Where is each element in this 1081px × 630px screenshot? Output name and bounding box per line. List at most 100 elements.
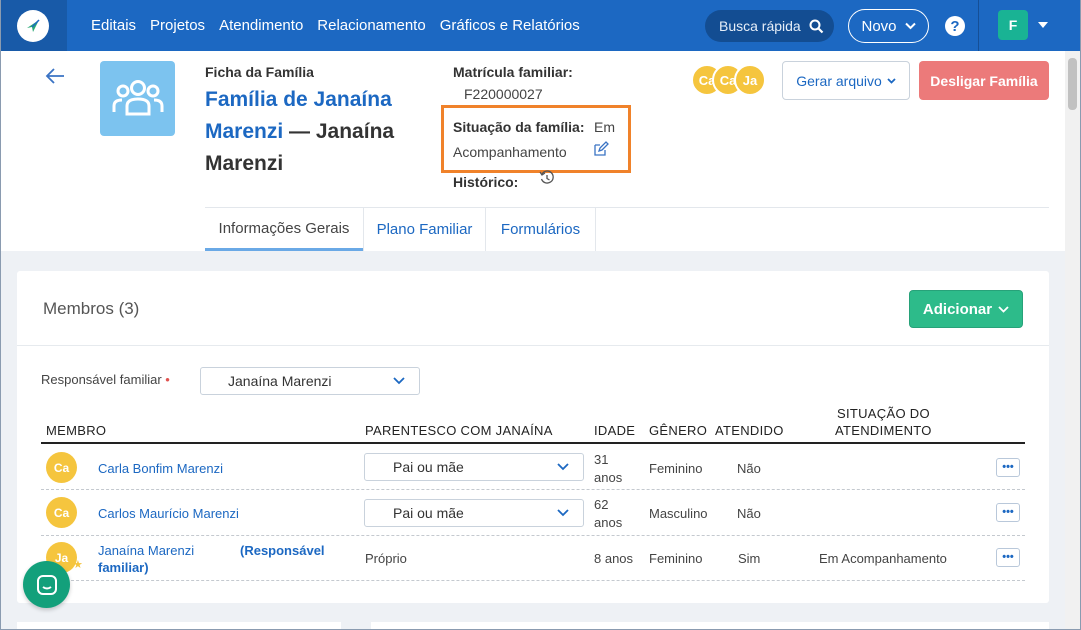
secondary-card	[371, 622, 1049, 629]
member-age-unit: anos	[594, 470, 623, 485]
col-header-idade: IDADE	[594, 423, 636, 438]
member-age: 31	[594, 452, 609, 467]
member-gender: Masculino	[649, 506, 708, 521]
quick-search-input[interactable]: Busca rápida	[705, 10, 834, 42]
gerar-arquivo-button[interactable]: Gerar arquivo	[782, 61, 910, 100]
top-navbar: Editais Projetos Atendimento Relacioname…	[1, 0, 1080, 51]
nav-item-relacionamento[interactable]: Relacionamento	[317, 17, 425, 34]
col-header-situacao-line1: SITUAÇÃO DO	[837, 406, 930, 421]
gerar-arquivo-label: Gerar arquivo	[796, 72, 882, 89]
chat-icon	[36, 574, 57, 595]
vertical-scrollbar[interactable]	[1065, 51, 1080, 629]
search-icon	[809, 19, 824, 34]
tab-plano-familiar[interactable]: Plano Familiar	[363, 208, 486, 251]
table-header-divider	[41, 442, 1025, 444]
situacao-label: Situação da família:	[453, 119, 585, 135]
col-header-genero: GÊNERO	[649, 423, 708, 438]
logo-icon	[17, 10, 49, 42]
member-age: 62	[594, 497, 609, 512]
chevron-down-icon	[998, 305, 1009, 313]
row-divider	[41, 535, 1025, 536]
member-situacao: Em Acompanhamento	[819, 551, 947, 566]
member-age: 8 anos	[594, 551, 634, 566]
historico-label: Histórico:	[453, 174, 519, 190]
responsavel-value: Janaína Marenzi	[228, 373, 332, 389]
secondary-card	[17, 622, 341, 629]
parentesco-select[interactable]: Pai ou mãe	[364, 453, 584, 481]
responsavel-tag-line2: familiar)	[98, 560, 149, 575]
team-avatar[interactable]: Ja	[734, 64, 766, 96]
star-icon: ★	[73, 559, 83, 571]
main-nav: Editais Projetos Atendimento Relacioname…	[91, 0, 580, 51]
user-avatar[interactable]: F	[998, 10, 1028, 40]
required-marker: •	[165, 372, 170, 387]
parentesco-value: Pai ou mãe	[393, 459, 464, 475]
row-actions-button[interactable]: •••	[996, 458, 1020, 477]
member-parentesco: Próprio	[365, 551, 407, 566]
situacao-highlight-box	[441, 105, 631, 173]
history-icon[interactable]	[539, 170, 555, 191]
chevron-down-icon	[393, 377, 405, 385]
back-arrow-icon[interactable]	[45, 64, 65, 90]
chevron-down-icon	[557, 509, 569, 517]
user-menu-caret-icon[interactable]	[1038, 22, 1048, 28]
member-gender: Feminino	[649, 551, 703, 566]
family-group-icon	[100, 61, 175, 136]
navbar-divider	[978, 0, 979, 51]
parentesco-value: Pai ou mãe	[393, 505, 464, 521]
situacao-value-line1: Em	[594, 119, 615, 135]
member-name-link[interactable]: Carla Bonfim Marenzi	[98, 461, 223, 476]
col-header-atendido: ATENDIDO	[715, 423, 784, 438]
page-title: Família de Janaína Marenzi — Janaína Mar…	[205, 84, 420, 180]
page: Editais Projetos Atendimento Relacioname…	[0, 0, 1081, 630]
member-avatar: Ca	[46, 497, 77, 528]
member-attended: Não	[737, 506, 761, 521]
row-actions-button[interactable]: •••	[996, 548, 1020, 567]
member-name-link[interactable]: Carlos Maurício Marenzi	[98, 506, 239, 521]
col-header-parentesco: PARENTESCO COM JANAÍNA	[365, 423, 553, 438]
responsavel-select[interactable]: Janaína Marenzi	[200, 367, 420, 395]
add-member-label: Adicionar	[922, 300, 993, 318]
ficha-label: Ficha da Família	[205, 64, 314, 80]
nav-item-graficos-relatorios[interactable]: Gráficos e Relatórios	[440, 17, 580, 34]
quick-search-placeholder: Busca rápida	[719, 18, 801, 34]
matricula-label: Matrícula familiar:	[453, 64, 573, 80]
member-avatar: Ca	[46, 452, 77, 483]
col-header-membro: MEMBRO	[46, 423, 107, 438]
chevron-down-icon	[887, 77, 896, 84]
desligar-familia-button[interactable]: Desligar Família	[919, 61, 1049, 100]
responsavel-label: Responsável familiar •	[41, 372, 170, 387]
add-member-button[interactable]: Adicionar	[909, 290, 1023, 328]
team-avatars: Ca Ca Ja	[691, 64, 771, 96]
situacao-value-line2: Acompanhamento	[453, 144, 567, 160]
col-header-situacao-line2: ATENDIMENTO	[835, 423, 932, 438]
member-gender: Feminino	[649, 461, 703, 476]
member-attended: Não	[737, 461, 761, 476]
row-divider	[41, 489, 1025, 490]
nav-item-projetos[interactable]: Projetos	[150, 17, 205, 34]
chevron-down-icon	[557, 463, 569, 471]
responsavel-tag-line1: (Responsável	[240, 543, 325, 558]
card-header-divider	[17, 345, 1049, 346]
tab-informacoes-gerais[interactable]: Informações Gerais	[205, 208, 363, 251]
chat-widget-button[interactable]	[23, 561, 70, 608]
edit-icon[interactable]	[593, 141, 609, 162]
help-icon[interactable]: ?	[945, 16, 965, 36]
nav-item-atendimento[interactable]: Atendimento	[219, 17, 303, 34]
row-actions-button[interactable]: •••	[996, 503, 1020, 522]
matricula-value: F220000027	[464, 86, 543, 102]
nav-item-editais[interactable]: Editais	[91, 17, 136, 34]
member-attended: Sim	[738, 551, 761, 566]
tab-formularios[interactable]: Formulários	[486, 208, 596, 251]
responsavel-label-text: Responsável familiar	[41, 372, 162, 387]
member-name-link[interactable]: Janaína Marenzi	[98, 543, 194, 558]
app-logo[interactable]	[1, 0, 67, 51]
novo-label: Novo	[861, 17, 897, 35]
row-divider	[41, 580, 1025, 581]
members-title: Membros (3)	[43, 299, 140, 318]
member-age-unit: anos	[594, 515, 623, 530]
novo-button[interactable]: Novo	[848, 9, 929, 43]
parentesco-select[interactable]: Pai ou mãe	[364, 499, 584, 527]
scrollbar-thumb[interactable]	[1068, 58, 1077, 110]
chevron-down-icon	[904, 22, 916, 30]
